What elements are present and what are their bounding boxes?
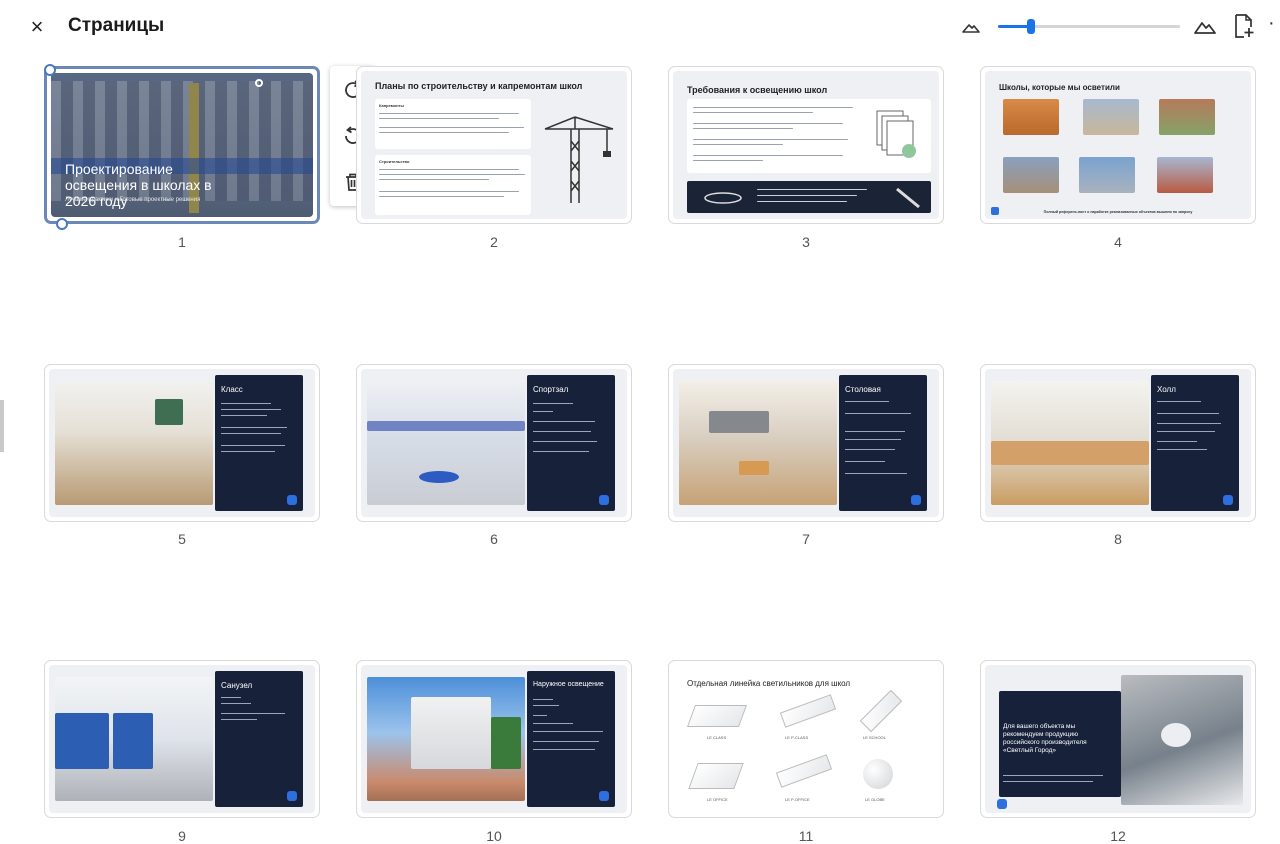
scrollbar-handle[interactable] xyxy=(0,400,4,452)
slide-9-preview: Санузел xyxy=(49,665,315,813)
zoom-in-mountain-icon[interactable] xyxy=(1192,14,1218,40)
page-thumbnail-8[interactable]: Холл xyxy=(980,364,1256,522)
crane-icon xyxy=(544,116,614,203)
slide-2-preview: Планы по строительству и капремонтам шко… xyxy=(361,71,627,219)
slide-2-title: Планы по строительству и капремонтам шко… xyxy=(375,81,583,91)
slide-4-preview: Школы, которые мы осветили Полный рефере… xyxy=(985,71,1251,219)
close-button[interactable]: × xyxy=(26,14,48,40)
page-thumbnail-9[interactable]: Санузел xyxy=(44,660,320,818)
page-number-8: 8 xyxy=(1114,531,1122,547)
page-thumbnail-10[interactable]: Наружное освещение xyxy=(356,660,632,818)
page-thumbnail-3[interactable]: Требования к освещению школ xyxy=(668,66,944,224)
lamp-name-3: LE SCHOOL xyxy=(863,735,886,740)
page-thumbnail-2[interactable]: Планы по строительству и капремонтам шко… xyxy=(356,66,632,224)
lamp-name-5: LE P-OFFICE xyxy=(785,797,810,802)
page-thumbnail-11[interactable]: Отдельная линейка светильников для школ … xyxy=(668,660,944,818)
selection-handle-top[interactable] xyxy=(44,64,56,76)
slide-8-title: Холл xyxy=(1157,385,1176,394)
page-number-4: 4 xyxy=(1114,234,1122,250)
page-number-7: 7 xyxy=(802,531,810,547)
page-thumbnail-5[interactable]: Класс xyxy=(44,364,320,522)
slide-6-preview: Спортзал xyxy=(361,369,627,517)
more-icon[interactable]: · xyxy=(1268,12,1275,35)
slide-7-title: Столовая xyxy=(845,385,881,394)
page-number-10: 10 xyxy=(486,828,502,844)
lamp-name-4: LE OFFICE xyxy=(707,797,728,802)
slide-10-title: Наружное освещение xyxy=(533,681,604,688)
slide-4-title: Школы, которые мы осветили xyxy=(999,83,1120,92)
page-thumbnail-4[interactable]: Школы, которые мы осветили Полный рефере… xyxy=(980,66,1256,224)
slide-3-title: Требования к освещению школ xyxy=(687,85,828,95)
slide-12-title: Для вашего объекта мы рекомендуем продук… xyxy=(1003,723,1087,754)
slide-1-subtitle: Лучшие практики и Готовые проектные реше… xyxy=(65,197,201,203)
slide-9-title: Санузел xyxy=(221,681,253,690)
slide-1-preview: Проектирование освещения в школах в 2026… xyxy=(51,73,313,217)
slide-7-preview: Столовая xyxy=(673,369,939,517)
page-thumbnail-1[interactable]: Проектирование освещения в школах в 2026… xyxy=(44,66,320,224)
slide-4-footer: Полный референс-лист о наработке реализо… xyxy=(1043,210,1193,214)
slide-5-title: Класс xyxy=(221,385,243,394)
top-bar: × Страницы · xyxy=(0,0,1280,56)
page-number-11: 11 xyxy=(798,828,814,844)
page-number-6: 6 xyxy=(490,531,498,547)
slide-11-title: Отдельная линейка светильников для школ xyxy=(687,679,851,688)
page-number-12: 12 xyxy=(1110,828,1126,844)
lamp-name-6: LE GLOBE xyxy=(865,797,885,802)
page-thumbnail-6[interactable]: Спортзал xyxy=(356,364,632,522)
slide-12-preview: Для вашего объекта мы рекомендуем продук… xyxy=(985,665,1251,813)
slide-11-preview: Отдельная линейка светильников для школ … xyxy=(673,665,939,813)
page-number-2: 2 xyxy=(490,234,498,250)
slide-2-section-2: Строительство xyxy=(379,159,410,164)
add-page-icon[interactable] xyxy=(1232,13,1258,39)
page-number-3: 3 xyxy=(802,234,810,250)
zoom-slider-thumb[interactable] xyxy=(1027,19,1035,34)
page-title: Страницы xyxy=(68,15,165,36)
slide-6-title: Спортзал xyxy=(533,385,569,394)
lamp-name-1: LE CLASS xyxy=(707,735,727,740)
page-number-9: 9 xyxy=(178,828,186,844)
zoom-out-mountain-icon[interactable] xyxy=(960,16,986,42)
logo-icon xyxy=(255,79,263,87)
page-thumbnail-7[interactable]: Столовая xyxy=(668,364,944,522)
slide-2-section-1: Капремонты xyxy=(379,103,404,108)
slide-8-preview: Холл xyxy=(985,369,1251,517)
page-thumbnail-12[interactable]: Для вашего объекта мы рекомендуем продук… xyxy=(980,660,1256,818)
page-number-5: 5 xyxy=(178,531,186,547)
lamp-name-2: LE P-CLASS xyxy=(785,735,809,740)
slide-10-preview: Наружное освещение xyxy=(361,665,627,813)
selection-handle-bottom[interactable] xyxy=(56,218,68,230)
page-number-1: 1 xyxy=(178,234,186,250)
documents-icon xyxy=(876,110,916,158)
slide-3-preview: Требования к освещению школ xyxy=(673,71,939,219)
zoom-slider[interactable] xyxy=(998,19,1180,35)
slide-5-preview: Класс xyxy=(49,369,315,517)
